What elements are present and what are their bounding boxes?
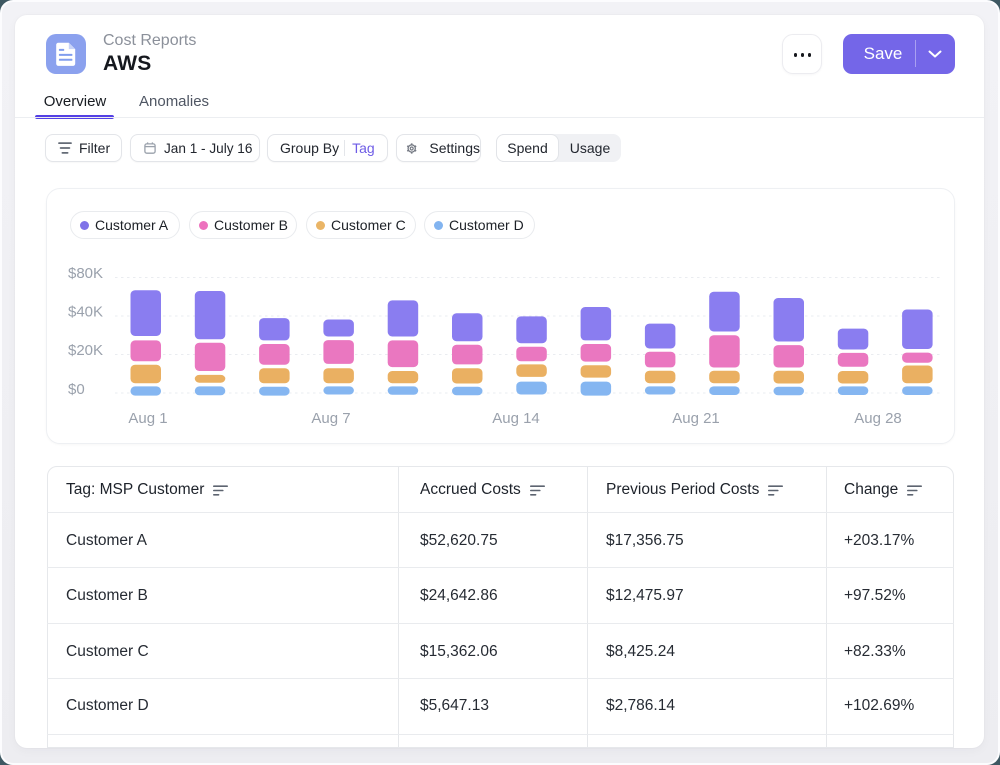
svg-text:Aug 21: Aug 21 xyxy=(672,410,720,427)
svg-text:Aug 14: Aug 14 xyxy=(492,410,540,427)
svg-text:$80K: $80K xyxy=(68,265,103,282)
svg-text:$40K: $40K xyxy=(68,304,103,321)
svg-text:$0: $0 xyxy=(68,381,85,398)
svg-text:Aug 28: Aug 28 xyxy=(854,410,902,427)
svg-text:Aug 7: Aug 7 xyxy=(311,410,350,427)
svg-text:$20K: $20K xyxy=(68,342,103,359)
svg-text:Aug 1: Aug 1 xyxy=(128,410,167,427)
